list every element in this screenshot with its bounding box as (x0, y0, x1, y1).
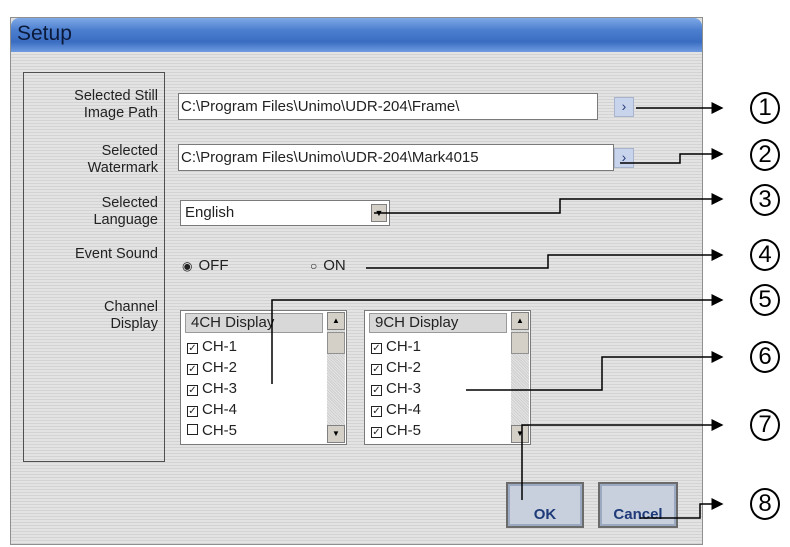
callout-3: 3 (750, 184, 780, 216)
callout-2: 2 (750, 139, 780, 171)
callout-leader-lines (271, 102, 724, 519)
callout-8: 8 (750, 488, 780, 520)
callout-1: 1 (750, 92, 780, 124)
callout-6: 6 (750, 341, 780, 373)
callout-5: 5 (750, 284, 780, 316)
callout-4: 4 (750, 239, 780, 271)
callout-7: 7 (750, 409, 780, 441)
